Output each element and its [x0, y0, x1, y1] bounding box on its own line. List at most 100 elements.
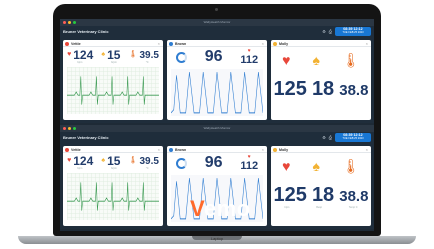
vital-values: 125 18 38.8	[271, 78, 371, 101]
lungs-icon: ♠	[101, 157, 106, 164]
close-icon[interactable]: ×	[366, 41, 368, 46]
ecg-trace	[67, 182, 159, 211]
titlebar: WallyHealth Monitor	[60, 125, 374, 132]
patient-avatar	[169, 147, 173, 152]
heart-rate-value: 124	[73, 48, 94, 62]
stage: WallyHealth Monitor Bruner Veterinary Cl…	[0, 0, 434, 249]
print-icon[interactable]: ⎙	[329, 29, 332, 34]
laptop-model-label: Laptop	[210, 236, 224, 241]
vital-values: 125 18 38.8	[271, 184, 371, 207]
rr-unit: Resp	[316, 206, 323, 209]
spo2-row: 96 ♥ 112	[167, 48, 267, 66]
spo2-gauge-icon	[175, 157, 187, 169]
vital-icons: ♥ ♠ 🌡	[271, 156, 371, 176]
resp-rate: ♠ 15	[101, 48, 120, 62]
heart-rate-value: 124	[73, 154, 94, 168]
clinic-name: Bruner Veterinary Clinic	[63, 135, 109, 140]
resp-rate-value: 15	[107, 48, 121, 62]
app-toolbar: ⚙ ⎙	[322, 29, 332, 34]
resp-rate-value: 15	[107, 154, 121, 168]
patient-card-brown[interactable]: Brown × 96 ♥ 112	[167, 40, 267, 120]
lungs-icon: ♠	[312, 158, 320, 174]
card-header: Brown ×	[167, 40, 267, 47]
close-icon[interactable]: ×	[366, 147, 368, 152]
resp-rate-value: 18	[311, 78, 335, 100]
heart-icon: ♥	[282, 52, 291, 68]
hr-unit: bpm	[284, 206, 290, 209]
spo2-gauge-icon	[175, 51, 187, 63]
spo2-row: 96 ♥ 112	[167, 154, 267, 172]
thermometer-icon: 🌡	[342, 52, 360, 68]
lungs-icon: ♠	[101, 51, 106, 58]
temp-unit: Temp C	[348, 206, 358, 209]
camera	[215, 8, 218, 11]
rr-unit: brpm	[111, 167, 117, 170]
app-bar: Bruner Veterinary Clinic ⚙ ⎙ 08:39 12:12…	[60, 132, 374, 144]
patient-card-molly[interactable]: Molly × ♥ ♠ 🌡 125 18 38.8	[271, 40, 371, 120]
spo2-value: 96	[204, 154, 223, 171]
heart-icon: ♥	[67, 51, 72, 58]
patient-name: Vettie	[71, 147, 81, 152]
patient-card-molly[interactable]: Molly × ♥ ♠ 🌡 125 18 38.8	[271, 146, 371, 226]
close-icon[interactable]: ×	[158, 41, 160, 46]
rr-unit: brpm	[111, 61, 117, 64]
patient-name: Brown	[175, 41, 187, 46]
temperature-value: 38.8	[339, 82, 369, 99]
ecg-graph	[67, 173, 159, 220]
settings-icon[interactable]: ⚙	[322, 29, 326, 34]
vitals-row: ♥ 124 ♠ 15 🌡 39.5	[63, 154, 163, 168]
thermometer-icon: 🌡	[342, 158, 360, 174]
temp-unit: °C	[145, 61, 149, 64]
close-icon[interactable]: ×	[262, 147, 264, 152]
close-icon[interactable]: ×	[158, 147, 160, 152]
heart-icon: ♥	[282, 158, 291, 174]
patient-cards: Vettie × ♥ 124 ♠ 15 🌡 39.5 bpm brpm °C B…	[63, 40, 371, 120]
vital-units: bpm brpm °C	[63, 61, 163, 64]
pleth-trace	[171, 72, 263, 114]
resp-rate: ♠ 15	[101, 154, 120, 168]
close-icon[interactable]: ×	[262, 41, 264, 46]
temperature-value: 38.8	[339, 188, 369, 205]
brand-logo-prefix: V	[190, 196, 204, 221]
temp-unit: °C	[145, 167, 149, 170]
patient-name: Brown	[175, 147, 187, 152]
heart-rate: ♥ 112	[240, 154, 258, 172]
window-title: WallyHealth Monitor	[203, 126, 231, 130]
heart-rate-value: 125	[273, 78, 307, 100]
spo2-value: 96	[204, 48, 223, 65]
settings-icon[interactable]: ⚙	[322, 135, 326, 140]
patient-avatar	[169, 41, 173, 46]
ecg-trace	[67, 76, 159, 105]
vital-labels: bpm Resp Temp C	[271, 206, 371, 209]
monitor-window-top: WallyHealth Monitor Bruner Veterinary Cl…	[60, 19, 374, 123]
hr-unit: bpm	[77, 167, 83, 170]
patient-name: Molly	[279, 147, 289, 152]
card-header: Molly ×	[271, 146, 371, 153]
patient-avatar	[65, 147, 69, 152]
heart-rate: ♥ 112	[240, 48, 259, 66]
thermometer-icon: 🌡	[128, 157, 138, 164]
clock-date: TUE FEB 25 2023	[342, 137, 364, 141]
window-title: WallyHealth Monitor	[203, 20, 231, 24]
clinic-name: Bruner Veterinary Clinic	[63, 29, 109, 34]
patient-name: Vettie	[71, 41, 81, 46]
patient-card-vettie[interactable]: Vettie × ♥ 124 ♠ 15 🌡 39.5 bpm brpm °C	[63, 146, 163, 226]
titlebar: WallyHealth Monitor	[60, 19, 374, 26]
temperature: 🌡 39.5	[129, 156, 159, 167]
temperature-value: 39.5	[139, 155, 159, 167]
app-bar: Bruner Veterinary Clinic ⚙ ⎙ 08:39 12:12…	[60, 26, 374, 38]
lungs-icon: ♠	[312, 52, 320, 68]
patient-avatar	[273, 41, 277, 46]
clock-badge: 08:39 12:12 TUE FEB 25 2023	[335, 27, 371, 36]
heart-rate: ♥ 124	[67, 48, 93, 62]
patient-card-vettie[interactable]: Vettie × ♥ 124 ♠ 15 🌡 39.5 bpm brpm °C	[63, 40, 163, 120]
vitals-row: ♥ 124 ♠ 15 🌡 39.5	[63, 48, 163, 62]
pleth-graph	[171, 69, 263, 116]
heart-rate: ♥ 124	[67, 154, 93, 168]
print-icon[interactable]: ⎙	[329, 135, 332, 140]
heart-icon: ♥	[67, 157, 72, 164]
card-header: Molly ×	[271, 40, 371, 47]
card-header: Vettie ×	[63, 40, 163, 47]
heart-rate-value: 112	[240, 53, 259, 66]
heart-rate-value: 125	[273, 184, 307, 206]
